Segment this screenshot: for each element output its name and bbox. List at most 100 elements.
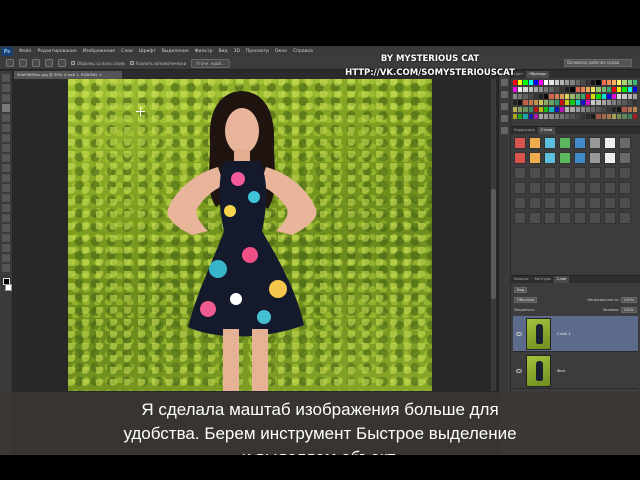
swatch[interactable] (627, 100, 632, 106)
swatch[interactable] (544, 93, 549, 99)
style-preset[interactable] (589, 167, 601, 179)
swatch[interactable] (570, 86, 575, 92)
swatch[interactable] (606, 107, 611, 113)
brush-size-icon[interactable] (58, 59, 66, 67)
swatch[interactable] (627, 86, 632, 92)
swatch[interactable] (549, 86, 554, 92)
style-preset[interactable] (544, 152, 556, 164)
swatch[interactable] (585, 107, 591, 113)
swatch[interactable] (575, 100, 580, 106)
swatch[interactable] (596, 114, 601, 120)
swatch[interactable] (601, 100, 606, 106)
style-preset[interactable] (514, 212, 526, 224)
swatch[interactable] (565, 80, 570, 85)
swatch[interactable] (570, 93, 575, 99)
swatch[interactable] (523, 114, 528, 120)
swatch[interactable] (622, 100, 627, 106)
lasso-tool-icon[interactable] (2, 94, 10, 102)
style-preset[interactable] (574, 212, 586, 224)
swatch[interactable] (580, 107, 585, 113)
swatch[interactable] (617, 114, 622, 120)
swatch[interactable] (601, 80, 606, 85)
style-preset[interactable] (574, 197, 586, 209)
character-panel-icon[interactable] (501, 115, 508, 122)
swatch[interactable] (627, 93, 632, 99)
swatch[interactable] (617, 80, 622, 85)
swatch[interactable] (617, 100, 622, 106)
swatch[interactable] (518, 100, 523, 106)
swatch[interactable] (611, 86, 617, 92)
style-preset[interactable] (559, 152, 571, 164)
style-preset[interactable] (529, 137, 541, 149)
swatch[interactable] (575, 114, 580, 120)
swatch[interactable] (544, 107, 549, 113)
swatch[interactable] (585, 86, 591, 92)
swatch[interactable] (528, 86, 533, 92)
swatch[interactable] (622, 80, 627, 85)
move-tool-icon[interactable] (2, 74, 10, 82)
history-panel-icon[interactable] (501, 79, 508, 86)
style-preset[interactable] (544, 212, 556, 224)
swatch[interactable] (533, 100, 539, 106)
swatch[interactable] (528, 93, 533, 99)
swatch[interactable] (513, 100, 518, 106)
visibility-eye-icon[interactable] (516, 331, 522, 336)
style-preset[interactable] (529, 152, 541, 164)
tab-adjustments[interactable]: Коррекция (511, 127, 538, 134)
swatch[interactable] (580, 80, 585, 85)
swatch[interactable] (523, 107, 528, 113)
swatch[interactable] (606, 114, 611, 120)
swatch[interactable] (549, 107, 554, 113)
eraser-tool-icon[interactable] (2, 174, 10, 182)
style-preset[interactable] (514, 137, 526, 149)
style-preset[interactable] (559, 167, 571, 179)
image-canvas[interactable] (68, 79, 432, 391)
paragraph-panel-icon[interactable] (501, 127, 508, 134)
swatch[interactable] (601, 114, 606, 120)
swatch[interactable] (585, 93, 591, 99)
style-preset[interactable] (559, 137, 571, 149)
swatch[interactable] (518, 93, 523, 99)
marquee-tool-icon[interactable] (2, 84, 10, 92)
swatch[interactable] (554, 93, 559, 99)
swatch[interactable] (632, 86, 637, 92)
checkbox-box[interactable] (71, 61, 75, 65)
swatch[interactable] (617, 93, 622, 99)
swatch[interactable] (606, 100, 611, 106)
swatch[interactable] (539, 107, 544, 113)
style-preset[interactable] (559, 197, 571, 209)
layer-row[interactable]: Фон (513, 353, 638, 389)
swatch[interactable] (528, 80, 533, 85)
visibility-eye-icon[interactable] (516, 368, 522, 373)
background-color-swatch[interactable] (5, 284, 12, 291)
swatch[interactable] (513, 80, 518, 85)
swatch[interactable] (565, 86, 570, 92)
swatch[interactable] (591, 93, 596, 99)
swatch[interactable] (611, 93, 617, 99)
swatch[interactable] (518, 80, 523, 85)
swatch[interactable] (554, 114, 559, 120)
swatch[interactable] (559, 80, 565, 85)
workspace-select[interactable]: Основная рабочая среда (564, 59, 632, 67)
style-preset[interactable] (559, 182, 571, 194)
swatch[interactable] (539, 93, 544, 99)
style-preset[interactable] (574, 182, 586, 194)
swatch[interactable] (622, 114, 627, 120)
swatch[interactable] (513, 93, 518, 99)
swatch[interactable] (627, 107, 632, 113)
quick-selection-tool-icon[interactable] (2, 104, 10, 112)
swatch[interactable] (539, 80, 544, 85)
swatch[interactable] (611, 107, 617, 113)
swatch[interactable] (554, 80, 559, 85)
swatch[interactable] (528, 114, 533, 120)
refine-edge-button[interactable]: Уточн. край... (191, 58, 230, 68)
swatch[interactable] (575, 107, 580, 113)
swatch[interactable] (611, 114, 617, 120)
eyedropper-tool-icon[interactable] (2, 124, 10, 132)
swatch[interactable] (544, 86, 549, 92)
style-preset[interactable] (529, 197, 541, 209)
menu-3d[interactable]: 3D (231, 49, 243, 54)
quick-selection-icon[interactable] (6, 59, 14, 67)
swatch[interactable] (518, 114, 523, 120)
swatch[interactable] (523, 86, 528, 92)
